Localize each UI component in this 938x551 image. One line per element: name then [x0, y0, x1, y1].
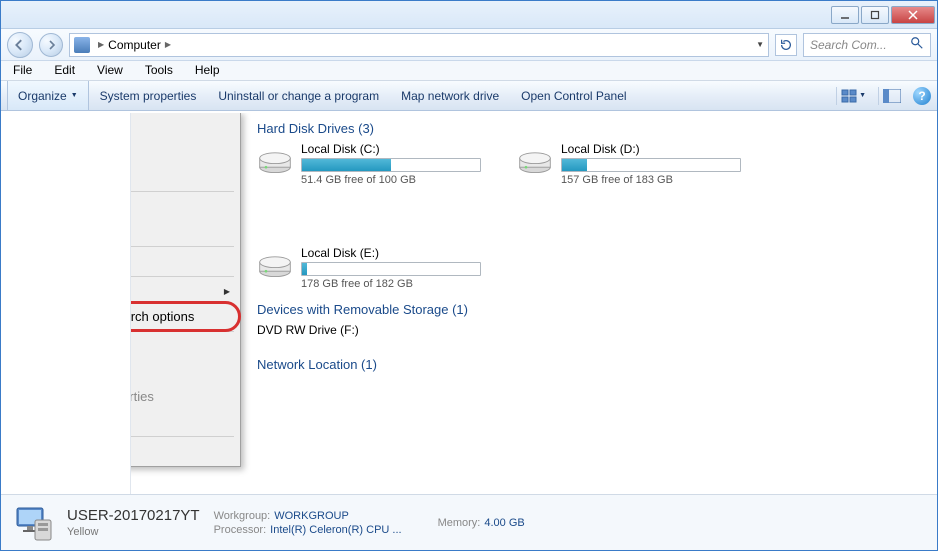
- open-control-panel-button[interactable]: Open Control Panel: [510, 81, 637, 110]
- usage-fill: [562, 159, 587, 171]
- organize-menu: ✂Cut ⎘Copy 📋Paste Undo Redo Select all ▭…: [131, 113, 241, 467]
- uninstall-button[interactable]: Uninstall or change a program: [207, 81, 390, 110]
- menu-separator: [131, 436, 234, 437]
- menu-tools[interactable]: Tools: [141, 62, 177, 79]
- menu-rename[interactable]: Rename: [131, 359, 238, 384]
- processor-value: Intel(R) Celeron(R) CPU ...: [270, 524, 401, 536]
- usage-bar: [301, 262, 481, 276]
- map-drive-button[interactable]: Map network drive: [390, 81, 510, 110]
- content-pane: ✂Cut ⎘Copy 📋Paste Undo Redo Select all ▭…: [131, 113, 937, 494]
- system-properties-button[interactable]: System properties: [89, 81, 208, 110]
- window-titlebar: [1, 1, 937, 29]
- menu-view[interactable]: View: [93, 62, 127, 79]
- menubar: File Edit View Tools Help: [1, 61, 937, 81]
- breadcrumb-item[interactable]: Computer: [108, 38, 161, 52]
- usage-fill: [302, 159, 391, 171]
- drive-free-text: 157 GB free of 183 GB: [561, 174, 741, 186]
- status-memory-col: Memory:4.00 GB: [438, 517, 525, 529]
- close-button[interactable]: [891, 6, 935, 24]
- menu-properties[interactable]: Properties: [131, 409, 238, 434]
- navigation-bar: ▶ Computer ▶ ▼ Search Com...: [1, 29, 937, 61]
- computer-icon: [74, 37, 90, 53]
- usage-fill: [302, 263, 307, 275]
- hdd-icon: [257, 246, 293, 282]
- status-subtitle: Yellow: [67, 526, 200, 538]
- forward-button[interactable]: [39, 33, 63, 57]
- section-network-location[interactable]: Network Location (1): [257, 357, 921, 372]
- menu-file[interactable]: File: [9, 62, 36, 79]
- memory-value: 4.00 GB: [484, 517, 524, 529]
- chevron-right-icon: ▶: [165, 40, 171, 49]
- menu-help[interactable]: Help: [191, 62, 224, 79]
- organize-label: Organize: [18, 89, 67, 103]
- menu-remove-properties[interactable]: Remove properties: [131, 384, 238, 409]
- menu-layout[interactable]: ▭Layout▶: [131, 279, 238, 304]
- section-hard-disk-drives[interactable]: Hard Disk Drives (3): [257, 121, 921, 136]
- drive-c[interactable]: Local Disk (C:) 51.4 GB free of 100 GB: [257, 142, 457, 186]
- drive-name: DVD RW Drive (F:): [257, 323, 457, 337]
- hdd-icon: [517, 142, 553, 178]
- workgroup-label: Workgroup:: [214, 510, 271, 522]
- status-name-col: USER-20170217YT Yellow: [67, 507, 200, 538]
- drive-e[interactable]: Local Disk (E:) 178 GB free of 182 GB: [257, 246, 457, 290]
- main-area: ✂Cut ⎘Copy 📋Paste Undo Redo Select all ▭…: [1, 113, 937, 494]
- back-button[interactable]: [7, 32, 33, 58]
- drive-name: Local Disk (C:): [301, 142, 481, 156]
- drive-name: Local Disk (D:): [561, 142, 741, 156]
- details-pane: USER-20170217YT Yellow Workgroup:WORKGRO…: [1, 494, 937, 550]
- section-removable-storage[interactable]: Devices with Removable Storage (1): [257, 302, 921, 317]
- view-mode-button[interactable]: ▼: [836, 87, 870, 105]
- preview-pane-button[interactable]: [878, 87, 905, 105]
- drive-free-text: 51.4 GB free of 100 GB: [301, 174, 481, 186]
- drive-free-text: 178 GB free of 182 GB: [301, 278, 481, 290]
- computer-name: USER-20170217YT: [67, 507, 200, 524]
- window-controls: [831, 6, 935, 24]
- search-placeholder: Search Com...: [810, 38, 887, 52]
- help-button[interactable]: ?: [913, 87, 931, 105]
- menu-copy[interactable]: ⎘Copy: [131, 139, 238, 164]
- usage-bar: [301, 158, 481, 172]
- memory-label: Memory:: [438, 517, 481, 529]
- search-input[interactable]: Search Com...: [803, 33, 931, 57]
- breadcrumb-dropdown-icon[interactable]: ▼: [756, 40, 764, 49]
- drive-d[interactable]: Local Disk (D:) 157 GB free of 183 GB: [517, 142, 717, 186]
- chevron-down-icon: ▼: [859, 92, 866, 99]
- hdd-icon: [257, 142, 293, 178]
- menu-select-all[interactable]: Select all: [131, 249, 238, 274]
- menu-delete[interactable]: ✕Delete: [131, 334, 238, 359]
- menu-separator: [131, 191, 234, 192]
- menu-edit[interactable]: Edit: [50, 62, 79, 79]
- search-icon: [910, 36, 924, 53]
- menu-cut[interactable]: ✂Cut: [131, 114, 238, 139]
- menu-separator: [131, 331, 234, 332]
- status-workgroup-col: Workgroup:WORKGROUP Processor:Intel(R) C…: [214, 510, 402, 536]
- toolbar: Organize ▼ System properties Uninstall or…: [1, 81, 937, 111]
- breadcrumb[interactable]: ▶ Computer ▶ ▼: [69, 33, 769, 57]
- workgroup-value: WORKGROUP: [274, 510, 349, 522]
- menu-paste[interactable]: 📋Paste: [131, 164, 238, 189]
- menu-folder-options[interactable]: Folder and search options: [131, 304, 238, 329]
- menu-separator: [131, 246, 234, 247]
- drive-name: Local Disk (E:): [301, 246, 481, 260]
- navigation-pane[interactable]: [1, 113, 131, 494]
- processor-label: Processor:: [214, 524, 267, 536]
- maximize-button[interactable]: [861, 6, 889, 24]
- menu-separator: [131, 276, 234, 277]
- organize-button[interactable]: Organize ▼: [7, 81, 89, 110]
- chevron-down-icon: ▼: [71, 92, 78, 99]
- menu-close[interactable]: Close: [131, 439, 238, 464]
- toolbar-right: ▼ ?: [836, 87, 931, 105]
- chevron-right-icon: ▶: [98, 40, 104, 49]
- computer-icon: [13, 502, 55, 544]
- refresh-button[interactable]: [775, 34, 797, 56]
- menu-undo[interactable]: Undo: [131, 194, 238, 219]
- usage-bar: [561, 158, 741, 172]
- minimize-button[interactable]: [831, 6, 859, 24]
- menu-redo[interactable]: Redo: [131, 219, 238, 244]
- drive-f[interactable]: DVD RW Drive (F:): [257, 323, 457, 339]
- chevron-right-icon: ▶: [224, 287, 230, 296]
